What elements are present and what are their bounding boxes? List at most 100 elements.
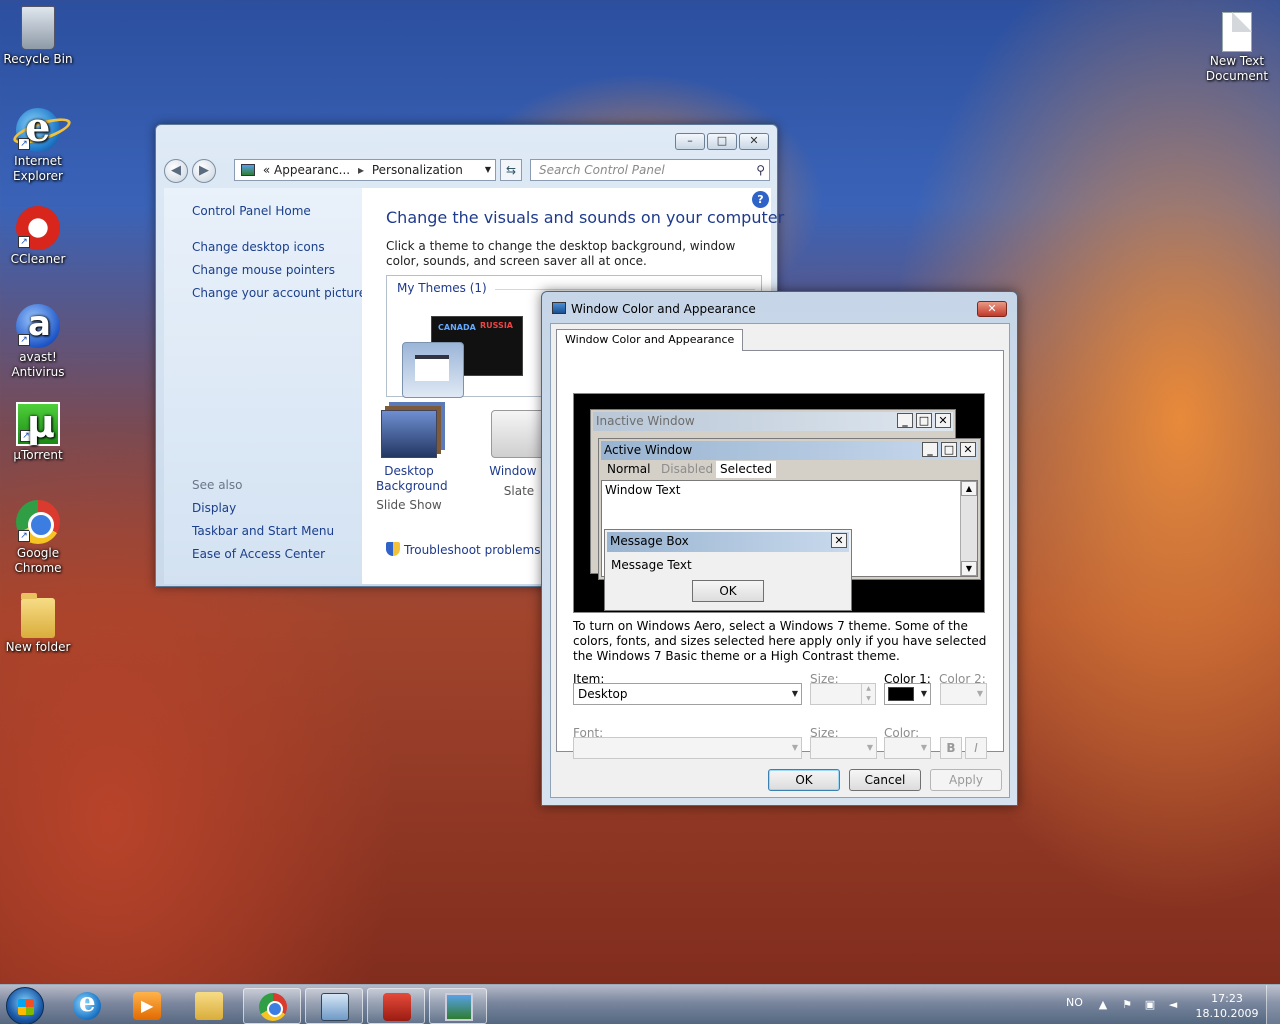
search-input[interactable]: Search Control Panel ⚲ <box>530 159 770 181</box>
breadcrumb-appearance[interactable]: Appearanc... <box>274 163 350 177</box>
address-bar[interactable]: « Appearanc... ▸ Personalization ▼ <box>234 159 496 181</box>
chrome-icon <box>259 993 287 1021</box>
preview-msgbox-title: Message Box <box>610 534 689 548</box>
font-select[interactable]: ▼ <box>573 737 802 759</box>
color1-picker[interactable]: ▼ <box>884 683 931 705</box>
taskbar-toolbox[interactable] <box>367 988 425 1024</box>
troubleshoot-link[interactable]: Troubleshoot problems w <box>386 542 554 557</box>
preview-msgbox-titlebar[interactable]: Message Box ✕ <box>607 532 849 552</box>
minimize-icon: _ <box>897 413 913 428</box>
dropdown-arrow-icon: ▼ <box>791 689 798 698</box>
caption-buttons: – □ ✕ <box>675 133 769 150</box>
preview-menu-bar[interactable]: Normal Disabled Selected <box>601 461 978 478</box>
preview-menu-disabled[interactable]: Disabled <box>661 461 713 478</box>
taskbar-control-panel[interactable] <box>305 988 363 1024</box>
search-icon[interactable]: ⚲ <box>756 160 765 180</box>
desktop-icon-new-folder[interactable]: New folder <box>0 593 76 655</box>
dropdown-arrow-icon: ▼ <box>791 743 798 752</box>
italic-button[interactable]: I <box>965 737 987 759</box>
show-hidden-icons-icon[interactable]: ▲ <box>1096 999 1110 1011</box>
dropdown-arrow-icon: ▼ <box>866 743 873 752</box>
size-stepper[interactable]: ▲ ▼ <box>810 683 876 705</box>
tab-window-color[interactable]: Window Color and Appearance <box>556 329 744 351</box>
change-account-picture-link[interactable]: Change your account picture <box>192 286 366 300</box>
preview-scrollbar[interactable]: ▲ ▼ <box>960 481 977 576</box>
taskbar-start-menu-link[interactable]: Taskbar and Start Menu <box>192 524 334 538</box>
display-link[interactable]: Display <box>192 501 236 515</box>
desktop-background-tile[interactable]: Desktop Background Slide Show <box>376 410 448 513</box>
preview-menu-selected[interactable]: Selected <box>716 461 777 478</box>
desktop-icon-avast[interactable]: ↗ avast! Antivirus <box>0 304 76 380</box>
spin-arrows-icon: ▲ ▼ <box>861 684 875 704</box>
desktop-icon-label: New Text Document <box>1205 54 1269 83</box>
apply-button[interactable]: Apply <box>930 769 1002 791</box>
control-panel-home-link[interactable]: Control Panel Home <box>192 204 311 218</box>
folder-icon <box>21 593 55 638</box>
help-icon[interactable]: ? <box>752 191 769 208</box>
control-panel-icon <box>321 993 349 1021</box>
preview-window-text: Window Text <box>605 483 681 497</box>
breadcrumb-personalization[interactable]: Personalization <box>372 163 463 177</box>
close-icon: ✕ <box>960 442 976 457</box>
volume-icon[interactable]: ◄ <box>1166 999 1180 1011</box>
dropdown-arrow-icon: ▼ <box>976 689 983 698</box>
taskbar-internet-explorer[interactable] <box>58 988 116 1024</box>
preview-msgbox-ok[interactable]: OK <box>692 580 764 602</box>
preview-inactive-titlebar[interactable]: Inactive Window _ □ ✕ <box>593 412 953 431</box>
dialog-client: Window Color and Appearance Inactive Win… <box>550 323 1010 798</box>
close-icon: ✕ <box>831 533 847 548</box>
minimize-button[interactable]: – <box>675 133 705 150</box>
font-color-picker[interactable]: ▼ <box>884 737 931 759</box>
personalization-icon <box>445 993 473 1021</box>
forward-button[interactable]: ▶ <box>192 159 216 183</box>
clock[interactable]: 17:23 18.10.2009 <box>1192 991 1262 1021</box>
change-desktop-icons-link[interactable]: Change desktop icons <box>192 240 325 254</box>
shield-icon <box>386 542 400 556</box>
network-icon[interactable]: ▣ <box>1143 999 1157 1011</box>
bold-button[interactable]: B <box>940 737 962 759</box>
troubleshoot-label: Troubleshoot problems w <box>404 543 555 557</box>
desktop-icon-google-chrome[interactable]: ↗ Google Chrome <box>0 500 76 576</box>
show-desktop-button[interactable] <box>1266 985 1280 1024</box>
taskbar-windows-explorer[interactable] <box>180 988 238 1024</box>
tab-body: Inactive Window _ □ ✕ Active Window _ □ ✕ No… <box>556 350 1004 759</box>
item-select[interactable]: Desktop ▼ <box>573 683 802 705</box>
close-button[interactable]: ✕ <box>739 133 769 150</box>
control-panel-icon <box>241 164 255 176</box>
window-color-icon <box>491 410 547 458</box>
font-size-select[interactable]: ▼ <box>810 737 877 759</box>
taskbar-media-player[interactable] <box>118 988 176 1024</box>
breadcrumb-separator-icon: ▸ <box>357 163 364 177</box>
maximize-button[interactable]: □ <box>707 133 737 150</box>
action-center-icon[interactable]: ⚑ <box>1120 999 1134 1011</box>
ease-of-access-link[interactable]: Ease of Access Center <box>192 547 325 561</box>
left-nav-pane: Control Panel Home Change desktop icons … <box>164 188 366 584</box>
color1-swatch <box>888 687 914 701</box>
desktop-icon-recycle-bin[interactable]: Recycle Bin <box>0 6 76 67</box>
language-indicator[interactable]: NO <box>1066 996 1083 1009</box>
color2-picker[interactable]: ▼ <box>940 683 987 705</box>
desktop-icon-utorrent[interactable]: ↗ µTorrent <box>0 402 76 463</box>
desktop-icon-new-text-document[interactable]: New Text Document <box>1199 12 1275 84</box>
back-button[interactable]: ◀ <box>164 159 188 183</box>
page-description: Click a theme to change the desktop back… <box>386 239 736 268</box>
preview-message-box[interactable]: Message Box ✕ Message Text OK <box>604 529 852 611</box>
maximize-icon: □ <box>916 413 932 428</box>
start-button[interactable] <box>6 987 44 1024</box>
taskbar: NO ▲ ⚑ ▣ ◄ 17:23 18.10.2009 <box>0 984 1280 1024</box>
close-button[interactable]: ✕ <box>977 301 1007 317</box>
preview-menu-normal[interactable]: Normal <box>607 461 650 478</box>
ok-button[interactable]: OK <box>768 769 840 791</box>
change-mouse-pointers-link[interactable]: Change mouse pointers <box>192 263 335 277</box>
appearance-preview[interactable]: Inactive Window _ □ ✕ Active Window _ □ ✕ No… <box>573 393 985 613</box>
preview-active-titlebar[interactable]: Active Window _ □ ✕ <box>601 441 978 460</box>
taskbar-personalization[interactable] <box>429 988 487 1024</box>
taskbar-chrome[interactable] <box>243 988 301 1024</box>
refresh-button[interactable]: ⇆ <box>500 159 522 181</box>
scroll-down-icon: ▼ <box>961 561 977 576</box>
cancel-button[interactable]: Cancel <box>849 769 921 791</box>
address-dropdown-icon[interactable]: ▼ <box>485 160 491 180</box>
internet-explorer-icon <box>73 988 101 1020</box>
desktop-icon-internet-explorer[interactable]: ↗ Internet Explorer <box>0 104 76 184</box>
desktop-icon-ccleaner[interactable]: ↗ CCleaner <box>0 206 76 267</box>
